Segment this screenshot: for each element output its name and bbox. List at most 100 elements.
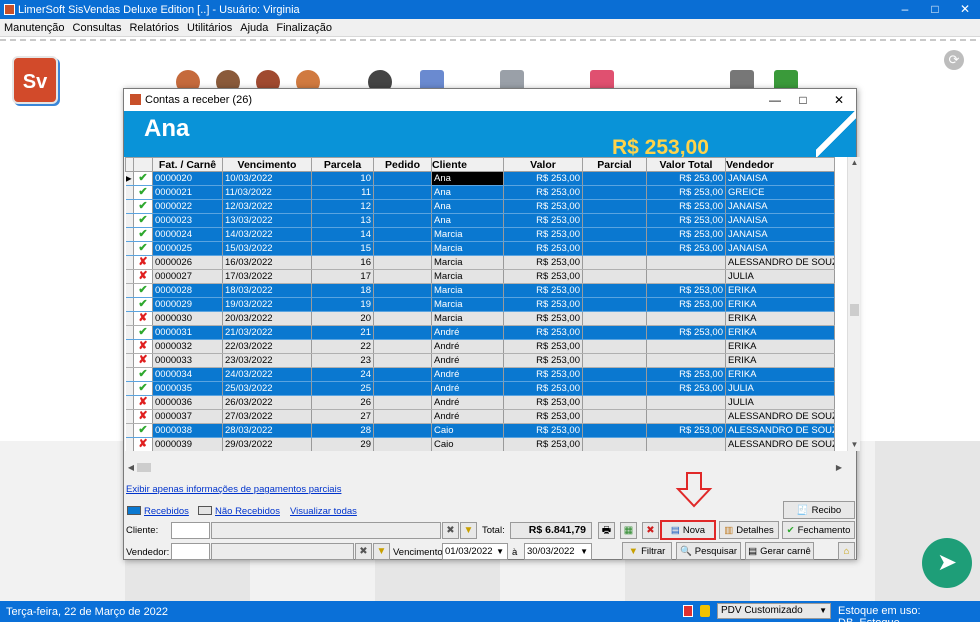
table-row[interactable]: ✘ 0000036 26/03/2022 26 André R$ 253,00 JULIA xyxy=(125,395,835,410)
table-row[interactable]: ✔ 0000038 28/03/2022 28 Caio R$ 253,00 R$ 253,… xyxy=(125,423,835,438)
col-parcela[interactable]: Parcela xyxy=(311,157,374,172)
cell-valor-total[interactable]: R$ 253,00 xyxy=(646,185,726,200)
fechamento-button[interactable]: ✔ Fechamento xyxy=(782,521,855,539)
table-row[interactable]: ✘ 0000037 27/03/2022 27 André R$ 253,00 ALESSA… xyxy=(125,409,835,424)
cell-parcial[interactable] xyxy=(582,339,647,354)
cell-valor-total[interactable]: R$ 253,00 xyxy=(646,241,726,256)
scroll-down-icon[interactable]: ▼ xyxy=(848,439,861,451)
cell-parcela[interactable]: 19 xyxy=(311,297,374,312)
cell-parcela[interactable]: 29 xyxy=(311,437,374,451)
table-row[interactable]: ✔ 0000021 11/03/2022 11 Ana R$ 253,00 R$ 253,0… xyxy=(125,185,835,200)
cell-valor-total[interactable] xyxy=(646,395,726,410)
cell-vencimento[interactable]: 11/03/2022 xyxy=(222,185,312,200)
table-row[interactable]: ✔ 0000031 21/03/2022 21 André R$ 253,00 R$ 253… xyxy=(125,325,835,340)
x-icon[interactable]: ✘ xyxy=(133,255,153,270)
cell-valor[interactable]: R$ 253,00 xyxy=(503,185,583,200)
cell-valor-total[interactable] xyxy=(646,255,726,270)
close-button[interactable]: ✕ xyxy=(950,0,980,19)
scroll-right-icon[interactable]: ▶ xyxy=(833,461,845,474)
profile-select[interactable]: PDV Customizado ▼ xyxy=(717,603,831,619)
cell-vencimento[interactable]: 18/03/2022 xyxy=(222,283,312,298)
cell-vendedor[interactable]: JANAISA xyxy=(725,213,835,228)
cell-valor-total[interactable]: R$ 253,00 xyxy=(646,367,726,382)
cell-parcial[interactable] xyxy=(582,171,647,186)
scroll-thumb[interactable] xyxy=(850,304,859,316)
row-indicator[interactable] xyxy=(125,213,134,228)
cell-valor[interactable]: R$ 253,00 xyxy=(503,241,583,256)
cell-vendedor[interactable]: ERIKA xyxy=(725,325,835,340)
cell-parcial[interactable] xyxy=(582,213,647,228)
cell-parcela[interactable]: 26 xyxy=(311,395,374,410)
cell-parcela[interactable]: 22 xyxy=(311,339,374,354)
cell-vendedor[interactable]: ERIKA xyxy=(725,367,835,382)
table-row[interactable]: ✘ 0000027 17/03/2022 17 Marcia R$ 253,00 JULIA xyxy=(125,269,835,284)
cell-parcial[interactable] xyxy=(582,255,647,270)
cell-cliente[interactable]: André xyxy=(431,409,504,424)
cell-vencimento[interactable]: 13/03/2022 xyxy=(222,213,312,228)
grid-horizontal-scrollbar[interactable]: ◀ ▶ xyxy=(125,461,847,474)
row-indicator[interactable] xyxy=(125,381,134,396)
home-icon[interactable]: ⌂ xyxy=(838,542,855,560)
cell-vencimento[interactable]: 15/03/2022 xyxy=(222,241,312,256)
cell-fat[interactable]: 0000022 xyxy=(152,199,223,214)
table-row[interactable]: ✔ 0000035 25/03/2022 25 André R$ 253,00 R$ 253… xyxy=(125,381,835,396)
cell-vendedor[interactable]: GREICE xyxy=(725,185,835,200)
table-row[interactable]: ✔ 0000024 14/03/2022 14 Marcia R$ 253,00 R$ 25… xyxy=(125,227,835,242)
row-indicator[interactable] xyxy=(125,185,134,200)
cell-fat[interactable]: 0000024 xyxy=(152,227,223,242)
table-row[interactable]: ✔ 0000028 18/03/2022 18 Marcia R$ 253,00 R$ 25… xyxy=(125,283,835,298)
cell-cliente[interactable]: Marcia xyxy=(431,283,504,298)
cell-parcela[interactable]: 24 xyxy=(311,367,374,382)
cell-cliente[interactable]: André xyxy=(431,367,504,382)
check-icon[interactable]: ✔ xyxy=(133,367,153,382)
cell-valor[interactable]: R$ 253,00 xyxy=(503,409,583,424)
send-icon[interactable]: ➤ xyxy=(922,538,972,588)
cell-valor-total[interactable] xyxy=(646,437,726,451)
cell-fat[interactable]: 0000031 xyxy=(152,325,223,340)
check-icon[interactable]: ✔ xyxy=(133,185,153,200)
x-icon[interactable]: ✘ xyxy=(133,311,153,326)
cell-fat[interactable]: 0000025 xyxy=(152,241,223,256)
cell-valor-total[interactable]: R$ 253,00 xyxy=(646,199,726,214)
table-row[interactable]: ✔ 0000034 24/03/2022 24 André R$ 253,00 R$ 253… xyxy=(125,367,835,382)
scroll-thumb[interactable] xyxy=(137,463,151,472)
table-row[interactable]: ✔ 0000023 13/03/2022 13 Ana R$ 253,00 R$ 253,0… xyxy=(125,213,835,228)
cell-cliente[interactable]: Ana xyxy=(431,185,504,200)
row-indicator[interactable] xyxy=(125,353,134,368)
row-indicator[interactable] xyxy=(125,255,134,270)
cell-valor-total[interactable]: R$ 253,00 xyxy=(646,213,726,228)
cell-pedido[interactable] xyxy=(373,353,432,368)
received-link[interactable]: Recebidos xyxy=(144,506,189,517)
menu-ajuda[interactable]: Ajuda xyxy=(236,22,272,34)
cell-parcial[interactable] xyxy=(582,283,647,298)
cell-valor[interactable]: R$ 253,00 xyxy=(503,171,583,186)
window-minimize-button[interactable]: — xyxy=(760,91,790,109)
cell-valor-total[interactable] xyxy=(646,409,726,424)
table-row[interactable]: ✘ 0000039 29/03/2022 29 Caio R$ 253,00 ALESSAN… xyxy=(125,437,835,451)
minimize-button[interactable]: – xyxy=(890,0,920,19)
cell-cliente[interactable]: Caio xyxy=(431,437,504,451)
window-maximize-button[interactable]: □ xyxy=(788,91,818,109)
cell-vendedor[interactable]: ERIKA xyxy=(725,339,835,354)
cell-vendedor[interactable]: ALESSANDRO DE SOUZA xyxy=(725,255,835,270)
check-icon[interactable]: ✔ xyxy=(133,381,153,396)
cell-pedido[interactable] xyxy=(373,199,432,214)
row-indicator[interactable] xyxy=(125,367,134,382)
cell-vencimento[interactable]: 29/03/2022 xyxy=(222,437,312,451)
cell-vencimento[interactable]: 26/03/2022 xyxy=(222,395,312,410)
cell-parcela[interactable]: 28 xyxy=(311,423,374,438)
cell-cliente[interactable]: Ana xyxy=(431,171,504,186)
check-icon[interactable]: ✔ xyxy=(133,325,153,340)
cell-valor-total[interactable]: R$ 253,00 xyxy=(646,381,726,396)
x-icon[interactable]: ✘ xyxy=(133,339,153,354)
dropdown-icon[interactable]: ▼ xyxy=(496,544,504,559)
cell-fat[interactable]: 0000038 xyxy=(152,423,223,438)
cell-valor[interactable]: R$ 253,00 xyxy=(503,199,583,214)
cell-vencimento[interactable]: 12/03/2022 xyxy=(222,199,312,214)
cell-pedido[interactable] xyxy=(373,185,432,200)
cell-vendedor[interactable]: ERIKA xyxy=(725,353,835,368)
cell-fat[interactable]: 0000023 xyxy=(152,213,223,228)
cell-cliente[interactable]: Marcia xyxy=(431,311,504,326)
check-icon[interactable]: ✔ xyxy=(133,423,153,438)
cell-valor[interactable]: R$ 253,00 xyxy=(503,297,583,312)
